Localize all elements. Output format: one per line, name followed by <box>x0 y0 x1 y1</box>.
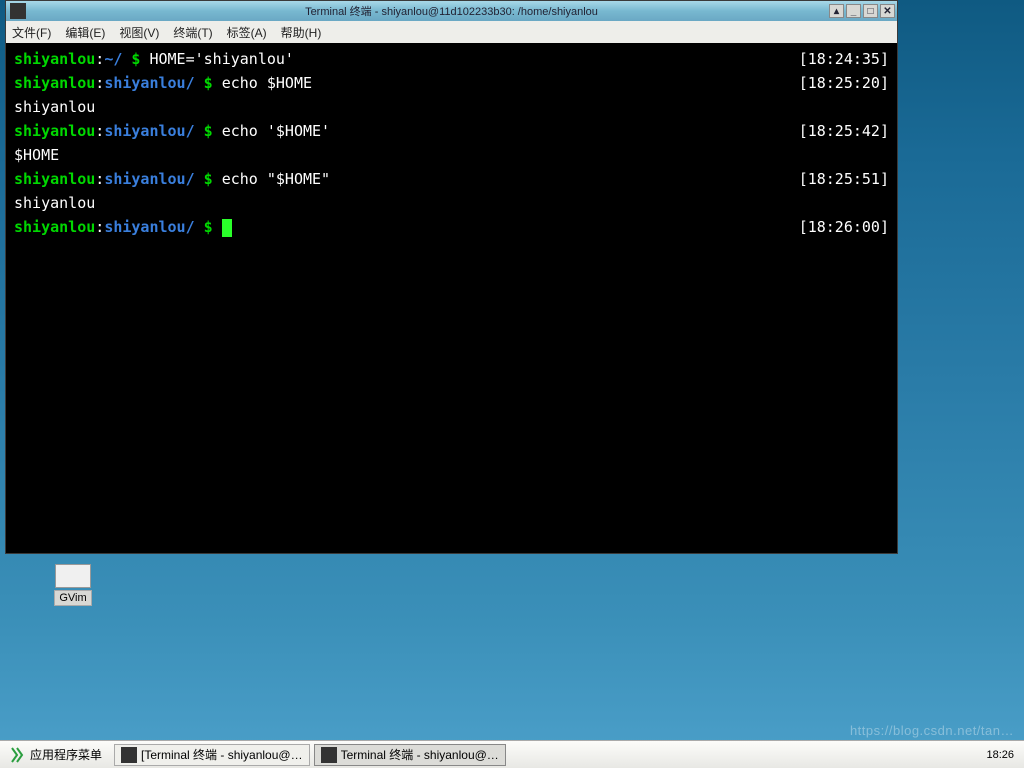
terminal-command: echo $HOME <box>213 74 312 92</box>
window-controls: ▴ _ □ ✕ <box>829 4 895 18</box>
terminal-line: shiyanlou:shiyanlou/ $ echo '$HOME' [18:2… <box>14 119 889 143</box>
terminal-line: shiyanlou:shiyanlou/ $ echo "$HOME" [18:2… <box>14 167 889 191</box>
terminal-command: echo "$HOME" <box>213 170 330 188</box>
applications-menu-label: 应用程序菜单 <box>30 746 102 763</box>
terminal-timestamp: [18:24:35] <box>799 47 889 71</box>
menubar: 文件(F) 编辑(E) 视图(V) 终端(T) 标签(A) 帮助(H) <box>6 21 897 43</box>
gvim-icon <box>55 564 91 588</box>
taskbar-item-terminal-1[interactable]: [Terminal 终端 - shiyanlou@… <box>114 744 310 766</box>
terminal-line: shiyanlou:shiyanlou/ $ echo $HOME [18:25:… <box>14 71 889 95</box>
terminal-timestamp: [18:25:42] <box>799 119 889 143</box>
window-title: Terminal 终端 - shiyanlou@11d102233b30: /h… <box>6 3 897 19</box>
taskbar-clock[interactable]: 18:26 <box>976 749 1024 761</box>
terminal-prompt: shiyanlou:shiyanlou/ $ echo '$HOME' <box>14 119 330 143</box>
terminal-prompt: shiyanlou:shiyanlou/ $ echo $HOME <box>14 71 312 95</box>
terminal-icon <box>321 747 337 763</box>
taskbar-item-label: [Terminal 终端 - shiyanlou@… <box>141 746 303 763</box>
maximize-button[interactable]: □ <box>863 4 878 18</box>
terminal-timestamp: [18:25:20] <box>799 71 889 95</box>
window-titlebar[interactable]: Terminal 终端 - shiyanlou@11d102233b30: /h… <box>6 1 897 21</box>
cursor <box>222 219 232 237</box>
terminal-output: $HOME <box>14 143 59 167</box>
terminal-line: $HOME <box>14 143 889 167</box>
minimize-button[interactable]: _ <box>846 4 861 18</box>
watermark-text: https://blog.csdn.net/tan… <box>850 723 1014 738</box>
taskbar-item-terminal-2[interactable]: Terminal 终端 - shiyanlou@… <box>314 744 506 766</box>
terminal-timestamp: [18:25:51] <box>799 167 889 191</box>
menu-terminal[interactable]: 终端(T) <box>173 24 212 41</box>
shade-button[interactable]: ▴ <box>829 4 844 18</box>
taskbar-item-label: Terminal 终端 - shiyanlou@… <box>341 746 499 763</box>
terminal-icon <box>121 747 137 763</box>
taskbar: 应用程序菜单 [Terminal 终端 - shiyanlou@… Termin… <box>0 740 1024 768</box>
desktop-icon-gvim[interactable]: GVim <box>48 564 98 606</box>
applications-menu[interactable]: 应用程序菜单 <box>0 741 112 768</box>
terminal-line: shiyanlou:~/ $ HOME='shiyanlou' [18:24:35… <box>14 47 889 71</box>
terminal-area[interactable]: shiyanlou:~/ $ HOME='shiyanlou' [18:24:35… <box>6 43 897 553</box>
menu-tabs[interactable]: 标签(A) <box>227 24 267 41</box>
menu-help[interactable]: 帮助(H) <box>281 24 322 41</box>
menu-view[interactable]: 视图(V) <box>119 24 159 41</box>
terminal-command <box>213 218 222 236</box>
terminal-window: Terminal 终端 - shiyanlou@11d102233b30: /h… <box>5 0 898 554</box>
terminal-output: shiyanlou <box>14 191 95 215</box>
terminal-command: HOME='shiyanlou' <box>140 50 294 68</box>
terminal-prompt: shiyanlou:shiyanlou/ $ <box>14 215 232 239</box>
terminal-line: shiyanlou <box>14 191 889 215</box>
close-button[interactable]: ✕ <box>880 4 895 18</box>
menu-file[interactable]: 文件(F) <box>12 24 51 41</box>
gvim-label: GVim <box>54 590 91 606</box>
menu-edit[interactable]: 编辑(E) <box>65 24 105 41</box>
xfce-icon <box>10 746 24 764</box>
terminal-output: shiyanlou <box>14 95 95 119</box>
terminal-command: echo '$HOME' <box>213 122 330 140</box>
terminal-line: shiyanlou <box>14 95 889 119</box>
terminal-prompt: shiyanlou:shiyanlou/ $ echo "$HOME" <box>14 167 330 191</box>
terminal-prompt: shiyanlou:~/ $ HOME='shiyanlou' <box>14 47 294 71</box>
terminal-timestamp: [18:26:00] <box>799 215 889 239</box>
terminal-line: shiyanlou:shiyanlou/ $ [18:26:00] <box>14 215 889 239</box>
